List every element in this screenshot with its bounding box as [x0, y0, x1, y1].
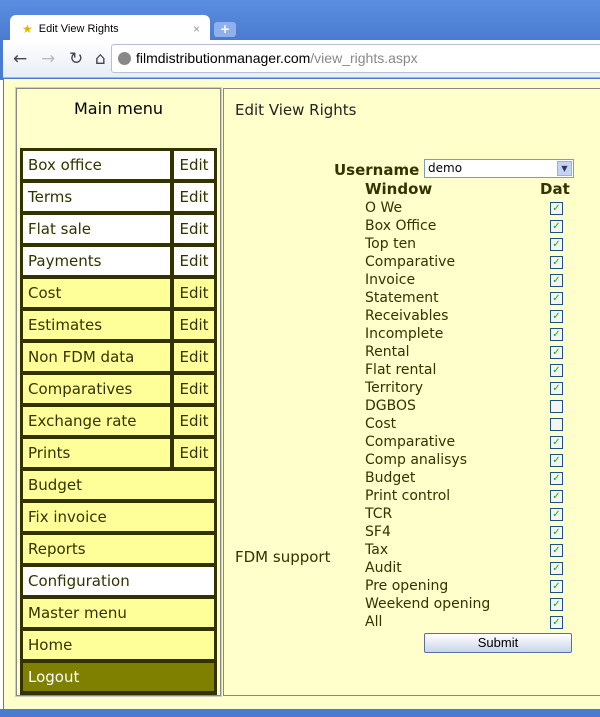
- right-checkbox[interactable]: ✓: [550, 472, 563, 485]
- submit-button[interactable]: Submit: [424, 633, 572, 653]
- menu-item-prints[interactable]: Prints: [23, 439, 170, 467]
- edit-link[interactable]: Edit: [174, 439, 214, 467]
- forward-icon[interactable]: →: [41, 49, 55, 69]
- page-title: Edit View Rights: [235, 101, 357, 119]
- right-checkbox[interactable]: ✓: [550, 598, 563, 611]
- right-checkbox[interactable]: ✓: [550, 346, 563, 359]
- menu-item-master-menu[interactable]: Master menu: [23, 599, 214, 627]
- url-host: filmdistributionmanager.com: [136, 50, 311, 66]
- right-checkbox[interactable]: ✓: [550, 436, 563, 449]
- menu-item-estimates[interactable]: Estimates: [23, 311, 170, 339]
- edit-link[interactable]: Edit: [174, 375, 214, 403]
- right-checkbox[interactable]: ✓: [550, 382, 563, 395]
- menu-row: Reports: [23, 535, 214, 567]
- menu-row: Budget: [23, 471, 214, 503]
- main-menu: Box office Edit Terms Edit Flat sale Edit Paym…: [20, 148, 217, 695]
- right-checkbox[interactable]: ✓: [550, 562, 563, 575]
- menu-row: Fix invoice: [23, 503, 214, 535]
- right-checkbox[interactable]: ✓: [550, 328, 563, 341]
- edit-link[interactable]: Edit: [174, 343, 214, 371]
- edit-link[interactable]: Edit: [174, 311, 214, 339]
- edit-link[interactable]: Edit: [174, 407, 214, 435]
- new-tab-button[interactable]: +: [214, 22, 236, 37]
- menu-row: Flat sale Edit: [23, 215, 214, 247]
- toolbar: ← → ↻ ⌂ filmdistributionmanager.com/view…: [3, 40, 600, 78]
- username-label: Username: [334, 161, 420, 179]
- menu-item-configuration[interactable]: Configuration: [23, 567, 214, 595]
- url-path: /view_rights.aspx: [310, 50, 418, 66]
- fdm-support-label: FDM support: [235, 548, 331, 566]
- chevron-down-icon[interactable]: ▼: [557, 161, 572, 176]
- right-checkbox[interactable]: ✓: [550, 238, 563, 251]
- right-checkbox[interactable]: ✓: [550, 580, 563, 593]
- column-header-window: Window: [365, 180, 433, 198]
- right-checkbox[interactable]: ✓: [550, 256, 563, 269]
- menu-item-box-office[interactable]: Box office: [23, 151, 170, 179]
- address-bar[interactable]: filmdistributionmanager.com/view_rights.…: [111, 44, 600, 73]
- menu-row: Prints Edit: [23, 439, 214, 471]
- menu-row: Cost Edit: [23, 279, 214, 311]
- right-checkbox[interactable]: ✓: [550, 220, 563, 233]
- back-icon[interactable]: ←: [13, 49, 27, 69]
- menu-row: Estimates Edit: [23, 311, 214, 343]
- tab-title: Edit View Rights: [38, 22, 119, 35]
- right-checkbox[interactable]: ✓: [550, 292, 563, 305]
- edit-link[interactable]: Edit: [174, 279, 214, 307]
- close-tab-icon[interactable]: ×: [193, 22, 200, 36]
- menu-item-home[interactable]: Home: [23, 631, 214, 659]
- menu-item-fix-invoice[interactable]: Fix invoice: [23, 503, 214, 531]
- menu-item-comparatives[interactable]: Comparatives: [23, 375, 170, 403]
- browser-chrome: ★ Edit View Rights × + ← → ↻ ⌂ filmdistrib…: [0, 0, 600, 80]
- right-checkbox[interactable]: ✓: [550, 616, 563, 629]
- right-checkbox[interactable]: ✓: [550, 454, 563, 467]
- right-checkbox[interactable]: ✓: [550, 364, 563, 377]
- menu-item-logout[interactable]: Logout: [23, 663, 214, 691]
- username-select[interactable]: demo ▼: [424, 159, 574, 178]
- edit-link[interactable]: Edit: [174, 215, 214, 243]
- menu-row: Non FDM data Edit: [23, 343, 214, 375]
- favicon-star-icon: ★: [22, 21, 33, 36]
- main-menu-panel: Main menu Box office Edit Terms Edit Flat sa…: [15, 87, 222, 697]
- right-checkbox[interactable]: [550, 400, 563, 413]
- menu-item-payments[interactable]: Payments: [23, 247, 170, 275]
- menu-row: Logout: [23, 663, 214, 695]
- menu-row: Configuration: [23, 567, 214, 599]
- edit-link[interactable]: Edit: [174, 247, 214, 275]
- globe-icon: [118, 52, 131, 65]
- menu-row: Home: [23, 631, 214, 663]
- right-checkbox[interactable]: ✓: [550, 490, 563, 503]
- right-checkbox[interactable]: ✓: [550, 202, 563, 215]
- menu-item-flat-sale[interactable]: Flat sale: [23, 215, 170, 243]
- menu-row: Box office Edit: [23, 151, 214, 183]
- right-checkbox[interactable]: ✓: [550, 508, 563, 521]
- edit-link[interactable]: Edit: [174, 183, 214, 211]
- menu-row: Exchange rate Edit: [23, 407, 214, 439]
- menu-item-budget[interactable]: Budget: [23, 471, 214, 499]
- edit-link[interactable]: Edit: [174, 151, 214, 179]
- right-checkbox[interactable]: ✓: [550, 310, 563, 323]
- right-checkbox[interactable]: ✓: [550, 274, 563, 287]
- menu-item-non-fdm-data[interactable]: Non FDM data: [23, 343, 170, 371]
- edit-view-rights-panel: Edit View Rights Username demo ▼ Window D…: [223, 88, 600, 696]
- menu-item-exchange-rate[interactable]: Exchange rate: [23, 407, 170, 435]
- window-border: [0, 709, 600, 717]
- menu-row: Comparatives Edit: [23, 375, 214, 407]
- page: Main menu Box office Edit Terms Edit Flat sa…: [3, 79, 600, 709]
- browser-tab[interactable]: ★ Edit View Rights ×: [10, 15, 210, 42]
- home-icon[interactable]: ⌂: [95, 49, 106, 69]
- menu-item-cost[interactable]: Cost: [23, 279, 170, 307]
- menu-row: Payments Edit: [23, 247, 214, 279]
- right-checkbox[interactable]: ✓: [550, 526, 563, 539]
- menu-row: Master menu: [23, 599, 214, 631]
- right-checkbox[interactable]: ✓: [550, 544, 563, 557]
- menu-item-reports[interactable]: Reports: [23, 535, 214, 563]
- menu-row: Terms Edit: [23, 183, 214, 215]
- username-value: demo: [428, 161, 463, 175]
- menu-item-terms[interactable]: Terms: [23, 183, 170, 211]
- column-header-dat: Dat: [540, 180, 570, 198]
- right-checkbox[interactable]: [550, 418, 563, 431]
- main-menu-title: Main menu: [74, 99, 163, 118]
- reload-icon[interactable]: ↻: [69, 49, 83, 69]
